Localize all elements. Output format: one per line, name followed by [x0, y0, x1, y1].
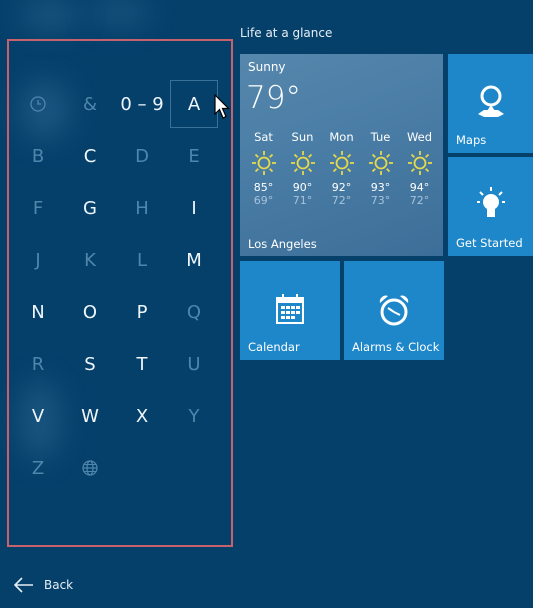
jump-item-q: Q — [186, 301, 202, 323]
forecast-low: 72° — [331, 194, 352, 207]
sun-icon — [368, 151, 393, 175]
sun-icon — [407, 151, 432, 175]
forecast-day-name: Tue — [370, 130, 391, 144]
jump-item-o[interactable]: O — [66, 288, 114, 336]
jump-item-z: Z — [31, 457, 45, 479]
jump-item-v[interactable]: V — [14, 392, 62, 440]
weather-forecast: Sat 85° 69° Sun 90° 71° Mon 92° 72° Tue 93° 73° Wed 9… — [240, 130, 443, 207]
jump-item-m[interactable]: M — [170, 236, 218, 284]
jump-item-d: D — [135, 145, 149, 167]
forecast-high: 94° — [409, 181, 430, 194]
jump-item-c[interactable]: C — [66, 132, 114, 180]
jump-item-a[interactable]: A — [170, 80, 218, 128]
forecast-day: Sat 85° 69° — [245, 130, 283, 207]
jump-item-y: Y — [188, 405, 200, 427]
globe-icon — [82, 460, 98, 476]
jump-item-h: H — [135, 197, 149, 219]
jump-item-k: K — [84, 249, 96, 271]
jump-item-g[interactable]: G — [66, 184, 114, 232]
jump-item-digits[interactable]: 0 – 9 — [118, 80, 166, 128]
clock-icon — [30, 96, 46, 112]
forecast-day: Tue 93° 73° — [362, 130, 400, 207]
alarms-clock-tile[interactable]: Alarms & Clock — [344, 261, 444, 360]
jump-item-f: F — [32, 197, 44, 219]
forecast-high: 90° — [292, 181, 313, 194]
jump-item-p[interactable]: P — [118, 288, 166, 336]
jump-item-ampersand: & — [82, 93, 98, 115]
forecast-high: 93° — [370, 181, 391, 194]
jump-item-r: R — [31, 353, 45, 375]
lightbulb-icon — [476, 187, 505, 217]
forecast-day: Wed 94° 72° — [401, 130, 439, 207]
jump-item-x[interactable]: X — [118, 392, 166, 440]
forecast-day-name: Sun — [291, 130, 314, 144]
back-button[interactable]: Back — [14, 577, 73, 593]
jump-item-recent — [14, 80, 62, 128]
get-started-label: Get Started — [456, 236, 523, 250]
jump-item-u: U — [187, 353, 201, 375]
forecast-day: Mon 92° 72° — [323, 130, 361, 207]
back-label: Back — [44, 578, 74, 592]
calendar-tile[interactable]: Calendar — [240, 261, 340, 360]
maps-icon — [477, 85, 504, 117]
sun-icon — [329, 151, 354, 175]
jump-item-i[interactable]: I — [170, 184, 218, 232]
alarms-clock-label: Alarms & Clock — [352, 340, 440, 354]
jump-item-n[interactable]: N — [14, 288, 62, 336]
forecast-high: 92° — [331, 181, 352, 194]
forecast-day: Sun 90° 71° — [284, 130, 322, 207]
sun-icon — [251, 151, 276, 175]
calendar-label: Calendar — [248, 340, 300, 354]
forecast-low: 73° — [370, 194, 391, 207]
jump-item-w[interactable]: W — [66, 392, 114, 440]
weather-tile[interactable]: Sunny 79° Sat 85° 69° Sun 90° 71° Mon 92° 72° Tue… — [240, 54, 443, 256]
mouse-cursor-icon — [214, 94, 230, 119]
section-title: Life at a glance — [240, 26, 333, 40]
maps-tile[interactable]: Maps — [448, 54, 533, 153]
forecast-low: 72° — [409, 194, 430, 207]
jump-item-j: J — [35, 249, 41, 271]
maps-label: Maps — [456, 133, 487, 147]
forecast-day-name: Wed — [406, 130, 433, 144]
weather-current-temp: 79° — [246, 80, 301, 116]
weather-condition: Sunny — [248, 60, 286, 74]
jump-item-l: L — [136, 249, 148, 271]
forecast-day-name: Sat — [254, 130, 273, 144]
weather-location: Los Angeles — [248, 237, 317, 251]
jump-item-b: B — [31, 145, 45, 167]
forecast-low: 69° — [253, 194, 274, 207]
forecast-high: 85° — [253, 181, 274, 194]
background-glow — [90, 0, 150, 25]
forecast-low: 71° — [292, 194, 313, 207]
get-started-tile[interactable]: Get Started — [448, 157, 533, 256]
jump-item-t[interactable]: T — [118, 340, 166, 388]
forecast-day-name: Mon — [329, 130, 354, 144]
background-glow — [20, 0, 80, 30]
jump-item-s[interactable]: S — [66, 340, 114, 388]
jump-item-e: E — [188, 145, 200, 167]
calendar-icon — [276, 294, 304, 324]
alarm-clock-icon — [379, 295, 409, 326]
sun-icon — [290, 151, 315, 175]
back-arrow-icon — [14, 577, 33, 593]
jump-item-globe — [66, 444, 114, 492]
